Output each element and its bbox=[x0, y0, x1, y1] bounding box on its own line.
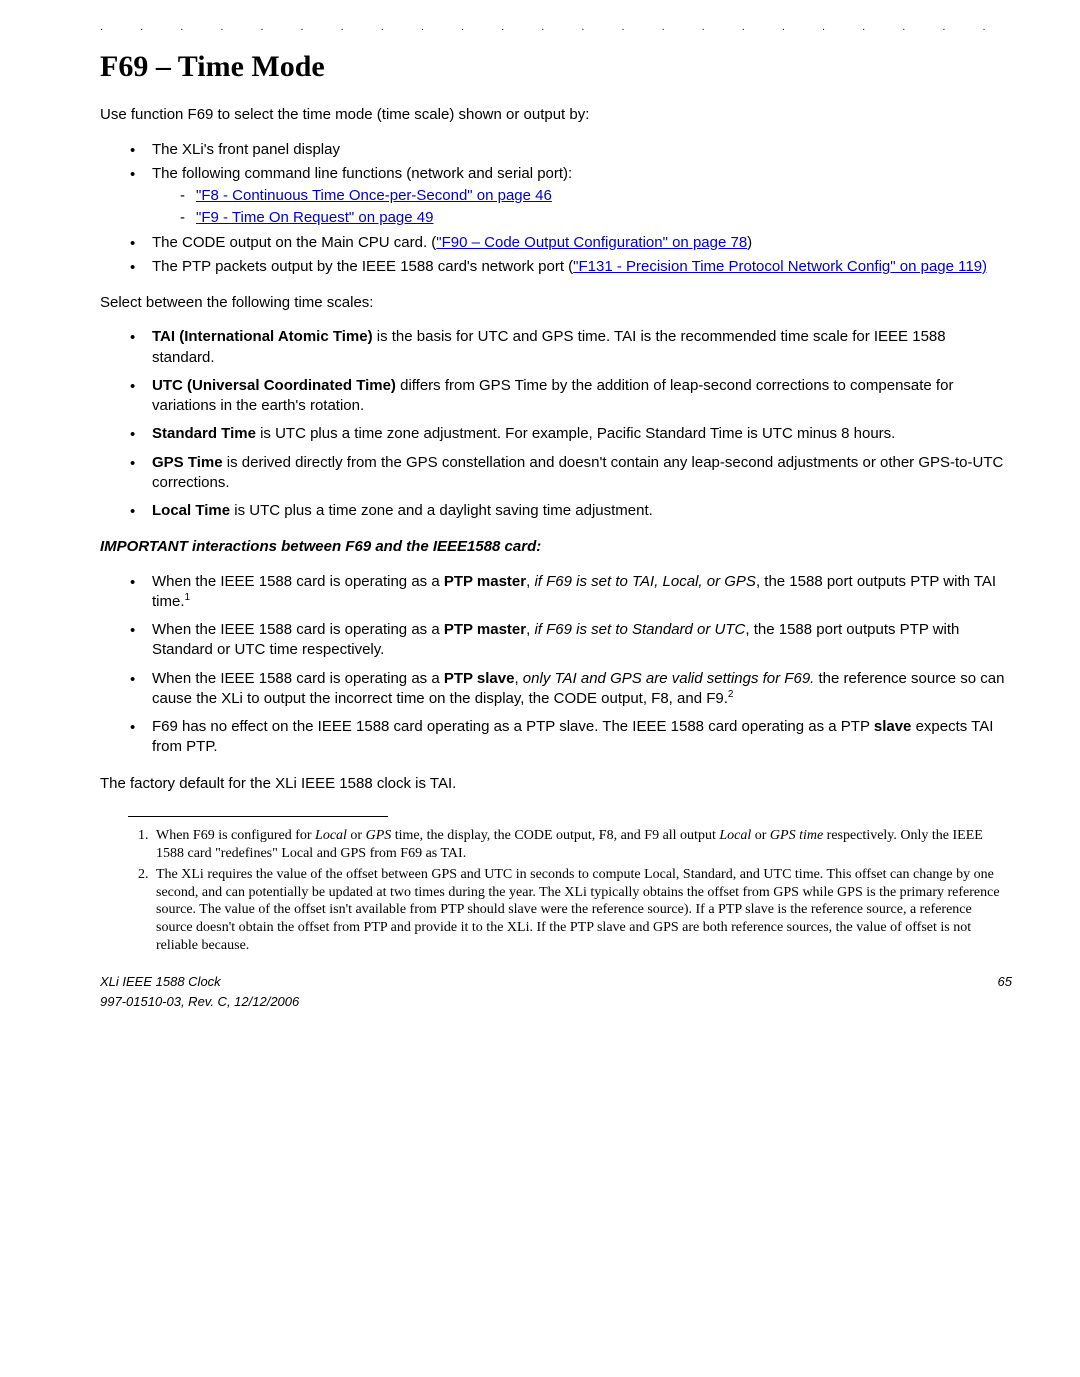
list-item: GPS Time is derived directly from the GP… bbox=[130, 453, 1012, 494]
text: PTP slave bbox=[444, 670, 515, 687]
footnote-text: When F69 is configured for Local or GPS … bbox=[156, 827, 1002, 863]
text: if F69 is set to TAI, Local, or GPS bbox=[534, 573, 755, 590]
list-item: The XLi's front panel display bbox=[130, 140, 1012, 160]
text: time, the display, the CODE output, F8, … bbox=[391, 828, 719, 843]
subheading: IMPORTANT interactions between F69 and t… bbox=[100, 537, 1012, 557]
list-item: When the IEEE 1588 card is operating as … bbox=[130, 669, 1012, 710]
text: slave bbox=[874, 718, 912, 735]
link-f9[interactable]: "F9 - Time On Request" on page 49 bbox=[196, 209, 433, 226]
footnote-num: 2. bbox=[138, 866, 156, 956]
list-item: UTC (Universal Coordinated Time) differs… bbox=[130, 376, 1012, 417]
list-item: F69 has no effect on the IEEE 1588 card … bbox=[130, 717, 1012, 758]
text: or bbox=[751, 828, 770, 843]
page-number: 65 bbox=[998, 973, 1012, 991]
text: F69 has no effect on the IEEE 1588 card … bbox=[152, 718, 874, 735]
text: PTP master bbox=[444, 573, 526, 590]
output-list: The XLi's front panel display The follow… bbox=[100, 140, 1012, 278]
text: When the IEEE 1588 card is operating as … bbox=[152, 573, 444, 590]
list-item: When the IEEE 1588 card is operating as … bbox=[130, 572, 1012, 613]
footnote-ref: 1 bbox=[185, 592, 191, 603]
text: When F69 is configured for bbox=[156, 828, 315, 843]
intro-text: Use function F69 to select the time mode… bbox=[100, 105, 1012, 125]
list-item: The PTP packets output by the IEEE 1588 … bbox=[130, 257, 1012, 277]
footnotes: 1. When F69 is configured for Local or G… bbox=[100, 827, 1012, 955]
label: UTC (Universal Coordinated Time) bbox=[152, 377, 396, 394]
list-item: The CODE output on the Main CPU card. ("… bbox=[130, 233, 1012, 253]
link-f90[interactable]: "F90 – Code Output Configuration" on pag… bbox=[436, 234, 747, 251]
text: ) bbox=[747, 234, 752, 251]
footnote-1: 1. When F69 is configured for Local or G… bbox=[138, 827, 1002, 863]
page-title: F69 – Time Mode bbox=[100, 47, 1012, 88]
list-item: "F9 - Time On Request" on page 49 bbox=[180, 208, 1012, 228]
list-item: TAI (International Atomic Time) is the b… bbox=[130, 327, 1012, 368]
link-f8[interactable]: "F8 - Continuous Time Once-per-Second" o… bbox=[196, 187, 552, 204]
footer-rev: 997-01510-03, Rev. C, 12/12/2006 bbox=[100, 993, 1012, 1011]
text: if F69 is set to Standard or UTC bbox=[534, 621, 745, 638]
text: Local bbox=[315, 828, 347, 843]
footer-left: XLi IEEE 1588 Clock bbox=[100, 973, 221, 991]
label: Standard Time bbox=[152, 425, 256, 442]
link-f131[interactable]: "F131 - Precision Time Protocol Network … bbox=[573, 258, 987, 275]
text: PTP master bbox=[444, 621, 526, 638]
text: only TAI and GPS are valid settings for … bbox=[523, 670, 815, 687]
text: GPS time bbox=[770, 828, 823, 843]
footnote-rule bbox=[128, 816, 388, 817]
label: GPS Time bbox=[152, 454, 223, 471]
list-item: "F8 - Continuous Time Once-per-Second" o… bbox=[180, 186, 1012, 206]
time-scales-list: TAI (International Atomic Time) is the b… bbox=[100, 327, 1012, 521]
text: The following command line functions (ne… bbox=[152, 165, 572, 182]
footnote-num: 1. bbox=[138, 827, 156, 863]
label: Local Time bbox=[152, 502, 230, 519]
text: When the IEEE 1588 card is operating as … bbox=[152, 621, 444, 638]
sublist: "F8 - Continuous Time Once-per-Second" o… bbox=[152, 186, 1012, 229]
footnote-2: 2. The XLi requires the value of the off… bbox=[138, 866, 1002, 956]
text: The XLi's front panel display bbox=[152, 141, 340, 158]
dotted-rule: . . . . . . . . . . . . . . . . . . . . … bbox=[100, 20, 1012, 35]
text: or bbox=[347, 828, 366, 843]
list-item: Local Time is UTC plus a time zone and a… bbox=[130, 501, 1012, 521]
text: , bbox=[514, 670, 522, 687]
text: is UTC plus a time zone and a daylight s… bbox=[230, 502, 653, 519]
text: is derived directly from the GPS constel… bbox=[152, 454, 1003, 491]
select-intro: Select between the following time scales… bbox=[100, 293, 1012, 313]
interactions-list: When the IEEE 1588 card is operating as … bbox=[100, 572, 1012, 758]
footnote-ref: 2 bbox=[728, 689, 734, 700]
text: The CODE output on the Main CPU card. ( bbox=[152, 234, 436, 251]
footnote-text: The XLi requires the value of the offset… bbox=[156, 866, 1002, 956]
page-footer: XLi IEEE 1588 Clock 65 bbox=[100, 973, 1012, 991]
list-item: The following command line functions (ne… bbox=[130, 164, 1012, 229]
factory-default: The factory default for the XLi IEEE 158… bbox=[100, 774, 1012, 794]
text: Local bbox=[719, 828, 751, 843]
text: GPS bbox=[366, 828, 392, 843]
text: When the IEEE 1588 card is operating as … bbox=[152, 670, 444, 687]
list-item: Standard Time is UTC plus a time zone ad… bbox=[130, 424, 1012, 444]
text: The PTP packets output by the IEEE 1588 … bbox=[152, 258, 573, 275]
list-item: When the IEEE 1588 card is operating as … bbox=[130, 620, 1012, 661]
text: is UTC plus a time zone adjustment. For … bbox=[256, 425, 895, 442]
label: TAI (International Atomic Time) bbox=[152, 328, 373, 345]
